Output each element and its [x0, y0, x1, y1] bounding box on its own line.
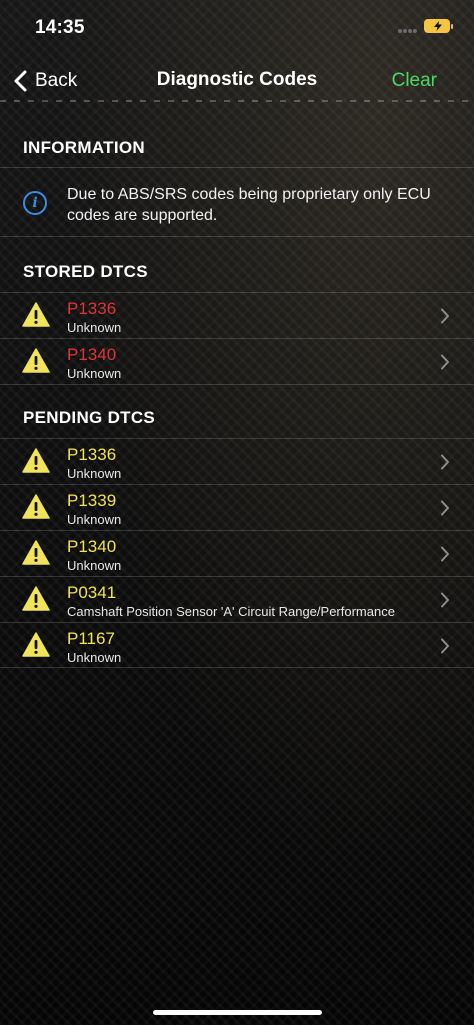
clear-button[interactable]: Clear [392, 70, 437, 92]
battery-charging-icon [424, 19, 450, 33]
divider [0, 667, 474, 668]
navigation-bar: Back Diagnostic Codes Clear [0, 55, 474, 105]
home-indicator[interactable] [153, 1010, 322, 1015]
warning-icon [22, 348, 50, 373]
status-time: 14:35 [35, 17, 85, 38]
chevron-right-icon [441, 638, 449, 654]
dtc-code: P1336 [67, 445, 117, 464]
information-row: i Due to ABS/SRS codes being proprietary… [0, 168, 474, 236]
chevron-right-icon [441, 546, 449, 562]
chevron-right-icon [441, 500, 449, 516]
nav-separator [0, 100, 474, 102]
dtc-description: Unknown [67, 366, 122, 381]
dtc-code: P1340 [67, 345, 117, 364]
chevron-right-icon [441, 454, 449, 470]
pending-dtc-row[interactable]: P1336 Unknown [0, 439, 474, 484]
pending-dtc-row[interactable]: P0341 Camshaft Position Sensor 'A' Circu… [0, 577, 474, 622]
dtc-code: P1336 [67, 299, 117, 318]
dtc-description: Unknown [67, 558, 122, 573]
warning-icon [22, 494, 50, 519]
dtc-code: P1339 [67, 491, 117, 510]
warning-icon [22, 632, 50, 657]
dtc-code: P1340 [67, 537, 117, 556]
warning-icon [22, 448, 50, 473]
chevron-right-icon [441, 354, 449, 370]
dtc-description: Unknown [67, 512, 122, 527]
pending-dtc-row[interactable]: P1167 Unknown [0, 623, 474, 668]
status-bar: 14:35 [0, 0, 474, 48]
dtc-description: Unknown [67, 650, 122, 665]
warning-icon [22, 586, 50, 611]
section-header-pending: PENDING DTCS [23, 408, 156, 427]
chevron-right-icon [441, 592, 449, 608]
divider [0, 384, 474, 385]
stored-dtc-row[interactable]: P1336 Unknown [0, 293, 474, 338]
section-header-stored: STORED DTCS [23, 262, 148, 281]
information-message: Due to ABS/SRS codes being proprietary o… [67, 186, 431, 224]
pending-dtc-row[interactable]: P1340 Unknown [0, 531, 474, 576]
section-header-information: INFORMATION [23, 138, 145, 157]
pending-dtc-row[interactable]: P1339 Unknown [0, 485, 474, 530]
battery-tip [451, 24, 453, 29]
dtc-code: P0341 [67, 583, 117, 602]
dtc-code: P1167 [67, 629, 115, 648]
warning-icon [22, 302, 50, 327]
divider [0, 236, 474, 237]
chevron-right-icon [441, 308, 449, 324]
warning-icon [22, 540, 50, 565]
dtc-description: Unknown [67, 320, 122, 335]
info-icon: i [23, 191, 47, 215]
stored-dtc-row[interactable]: P1340 Unknown [0, 339, 474, 384]
dtc-description: Camshaft Position Sensor 'A' Circuit Ran… [67, 604, 395, 619]
cellular-signal-icon [398, 29, 418, 35]
dtc-description: Unknown [67, 466, 122, 481]
